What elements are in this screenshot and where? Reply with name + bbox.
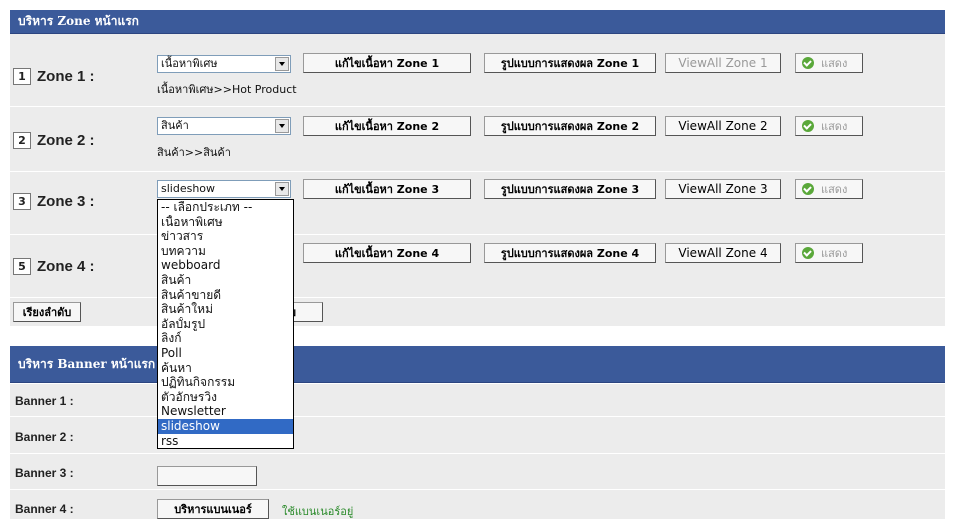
zone-3-viewall-button[interactable]: ViewAll Zone 3 — [665, 179, 781, 199]
dropdown-option[interactable]: สินค้าขายดี — [158, 288, 293, 303]
zone-label-1: 1 Zone 1 : — [13, 68, 95, 85]
chevron-down-icon[interactable] — [275, 182, 289, 196]
sort-button[interactable]: เรียงลำดับ — [13, 302, 81, 322]
zone-3-show-button[interactable]: แสดง — [795, 179, 863, 199]
zone-4-format-button[interactable]: รูปแบบการแสดงผล Zone 4 — [484, 243, 656, 263]
banner-label-4: Banner 4 : — [15, 502, 74, 516]
sort-row — [10, 298, 945, 326]
dropdown-option[interactable]: ลิงก์ — [158, 331, 293, 346]
zone-2-show-button[interactable]: แสดง — [795, 116, 863, 136]
zone-1-viewall-button[interactable]: ViewAll Zone 1 — [665, 53, 781, 73]
zone-label-4: 5 Zone 4 : — [13, 258, 95, 275]
banner-4-manage-button[interactable]: บริหารแบนเนอร์ — [157, 499, 269, 519]
zone-1-show-button[interactable]: แสดง — [795, 53, 863, 73]
check-icon — [802, 57, 814, 69]
zone-4-edit-button[interactable]: แก้ไขเนื้อหา Zone 4 — [303, 243, 471, 263]
chevron-down-icon[interactable] — [275, 119, 289, 133]
zone-1-format-button[interactable]: รูปแบบการแสดงผล Zone 1 — [484, 53, 656, 73]
zone-2-type-select[interactable]: สินค้า — [157, 117, 291, 135]
banner-panel-header: บริหาร Banner หน้าแรก — [10, 346, 945, 383]
dropdown-option[interactable]: Poll — [158, 346, 293, 361]
chevron-down-icon[interactable] — [275, 57, 289, 71]
banner-row-2 — [10, 417, 945, 453]
zone-3-type-dropdown-list[interactable]: -- เลือกประเภท -- เนื้อหาพิเศษ ข่าวสาร บทคว… — [157, 199, 294, 450]
dropdown-option[interactable]: ปฏิทินกิจกรรม — [158, 375, 293, 390]
banner-panel-title: บริหาร Banner หน้าแรก — [18, 356, 156, 371]
zone-3-format-button[interactable]: รูปแบบการแสดงผล Zone 3 — [484, 179, 656, 199]
zone-1-edit-button[interactable]: แก้ไขเนื้อหา Zone 1 — [303, 53, 471, 73]
banner-3-manage-button[interactable] — [157, 466, 257, 486]
zone-number-3: 3 — [13, 193, 31, 210]
dropdown-option[interactable]: Newsletter — [158, 404, 293, 419]
zone-number-4: 5 — [13, 258, 31, 275]
banner-row-4 — [10, 490, 945, 519]
zone-panel-title: บริหาร Zone หน้าแรก — [18, 14, 139, 28]
dropdown-option[interactable]: สินค้าใหม่ — [158, 302, 293, 317]
banner-row-1 — [10, 384, 945, 416]
zone-number-1: 1 — [13, 68, 31, 85]
banner-4-status-link[interactable]: ใช้แบนเนอร์อยู่ — [282, 502, 353, 520]
zone-2-format-button[interactable]: รูปแบบการแสดงผล Zone 2 — [484, 116, 656, 136]
banner-label-2: Banner 2 : — [15, 430, 74, 444]
zone-2-path: สินค้า>>สินค้า — [157, 146, 231, 159]
dropdown-option[interactable]: ตัวอักษรวิ่ง — [158, 390, 293, 405]
check-icon — [802, 183, 814, 195]
banner-label-3: Banner 3 : — [15, 466, 74, 480]
zone-label-3: 3 Zone 3 : — [13, 193, 95, 210]
dropdown-option[interactable]: ข่าวสาร — [158, 229, 293, 244]
dropdown-option[interactable]: ค้นหา — [158, 361, 293, 376]
dropdown-option[interactable]: สินค้า — [158, 273, 293, 288]
dropdown-option[interactable]: อัลบั้มรูป — [158, 317, 293, 332]
dropdown-option[interactable]: บทความ — [158, 244, 293, 259]
zone-2-edit-button[interactable]: แก้ไขเนื้อหา Zone 2 — [303, 116, 471, 136]
zone-label-2: 2 Zone 2 : — [13, 132, 95, 149]
zone-3-type-select[interactable]: slideshow — [157, 180, 291, 198]
check-icon — [802, 247, 814, 259]
check-icon — [802, 120, 814, 132]
dropdown-option[interactable]: webboard — [158, 258, 293, 273]
zone-panel-header: บริหาร Zone หน้าแรก — [10, 10, 945, 34]
zone-1-path: เนื้อหาพิเศษ>>Hot Product — [157, 83, 297, 96]
zone-2-viewall-button[interactable]: ViewAll Zone 2 — [665, 116, 781, 136]
zone-1-type-select[interactable]: เนื้อหาพิเศษ — [157, 55, 291, 73]
dropdown-option[interactable]: rss — [158, 434, 293, 449]
dropdown-option[interactable]: -- เลือกประเภท -- — [158, 200, 293, 215]
banner-row-3 — [10, 454, 945, 489]
dropdown-option[interactable]: เนื้อหาพิเศษ — [158, 215, 293, 230]
banner-label-1: Banner 1 : — [15, 394, 74, 408]
zone-4-show-button[interactable]: แสดง — [795, 243, 863, 263]
zone-3-edit-button[interactable]: แก้ไขเนื้อหา Zone 3 — [303, 179, 471, 199]
zone-number-2: 2 — [13, 132, 31, 149]
dropdown-option[interactable]: slideshow — [158, 418, 293, 434]
zone-4-viewall-button[interactable]: ViewAll Zone 4 — [665, 243, 781, 263]
